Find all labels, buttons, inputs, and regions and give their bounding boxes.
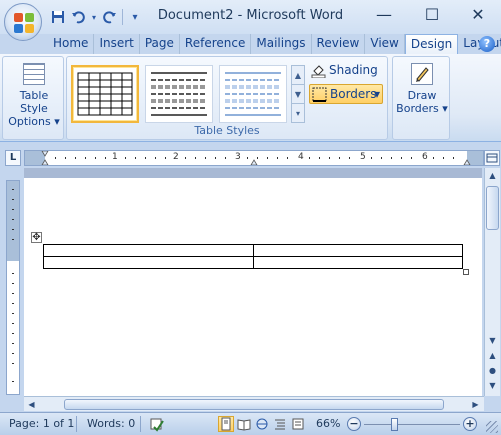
table-cell[interactable] [43,244,254,257]
gallery-more-icon[interactable]: ▾ [292,104,304,123]
proofing-icon[interactable] [148,416,164,432]
borders-dropdown-icon[interactable]: ▾ [374,85,380,103]
ribbon: Table Style Options ▾ ▲ ▼ ▾ Shading Bord… [0,54,501,142]
table-move-handle-icon[interactable]: ✥ [31,232,42,243]
tab-selector[interactable]: L [5,150,21,166]
tab-references[interactable]: Reference [180,34,252,54]
table-style-light-shading-accent[interactable] [219,65,287,123]
scroll-left-icon[interactable]: ◀ [24,397,39,412]
gallery-up-icon[interactable]: ▲ [292,66,304,85]
document-page[interactable]: ✥ [24,178,482,396]
ruler-number: 5 [360,152,366,162]
table-cell[interactable] [43,256,254,269]
ruler-number: 3 [235,152,241,162]
document-area: ✥ [24,168,482,396]
print-layout-icon[interactable] [218,416,234,432]
table-style-grid[interactable] [71,65,139,123]
office-button[interactable] [4,3,42,41]
outline-icon[interactable] [272,416,288,432]
horizontal-scrollbar[interactable]: ◀ ▶ [24,396,484,411]
ruler-number: 2 [173,152,179,162]
draft-icon[interactable] [290,416,306,432]
view-ruler-icon[interactable] [484,150,500,166]
title-bar: ▾ ▾ Document2 - Microsoft Word — ☐ ✕ [0,0,501,34]
help-icon[interactable]: ? [479,36,495,52]
table-style-options-group: Table Style Options ▾ [2,56,64,140]
table-styles-label: Table Styles [194,124,260,137]
tab-page-layout[interactable]: Page Layc [140,34,180,68]
table-grid-icon [23,63,45,85]
zoom-slider-track[interactable] [364,424,460,425]
status-separator [76,416,77,432]
zoom-in-icon[interactable]: + [463,417,477,431]
draw-borders-group: Draw Borders ▾ [392,56,450,140]
ribbon-tabs: Home Insert Page Layc Reference Mailings… [48,34,501,68]
status-separator [140,416,141,432]
table-styles-gallery [71,65,289,123]
tab-view[interactable]: View [365,34,405,54]
vertical-scrollbar[interactable]: ▲ ▼ ▲ ● ▼ [484,168,500,396]
gallery-scroll[interactable]: ▲ ▼ ▾ [291,65,305,123]
ruler-number: 1 [112,152,118,162]
web-layout-icon[interactable] [254,416,270,432]
tab-design[interactable]: Design [404,34,459,56]
scroll-right-icon[interactable]: ▶ [468,397,483,412]
vertical-ruler-ticks [12,189,14,382]
horizontal-ruler[interactable]: 1 2 3 4 5 6 [24,150,484,166]
close-button[interactable]: ✕ [464,3,492,27]
table-row [43,256,463,269]
table-cell[interactable] [252,244,463,257]
gallery-down-icon[interactable]: ▼ [292,85,304,104]
page-count[interactable]: Page: 1 of 1 [9,417,74,430]
select-browse-object-icon[interactable]: ● [485,363,500,378]
table-row [43,244,463,257]
full-screen-reading-icon[interactable] [236,416,252,432]
scroll-up-icon[interactable]: ▲ [485,168,500,183]
ruler-number: 4 [298,152,304,162]
tab-insert[interactable]: Insert [94,34,140,54]
shading-button[interactable]: Shading ▾ [309,61,387,95]
status-bar: Page: 1 of 1 Words: 0 66% − + [0,412,501,435]
zoom-slider-handle[interactable] [391,418,398,431]
previous-page-icon[interactable]: ▲ [485,348,500,363]
borders-icon [312,87,327,102]
minimize-button[interactable]: — [370,3,398,27]
paint-bucket-icon [311,65,326,78]
pencil-icon [411,63,433,85]
office-logo-icon [14,13,34,33]
borders-button[interactable]: Borders ▾ [309,84,383,104]
ruler-ticks [41,151,471,165]
table-resize-handle[interactable] [463,269,469,275]
table-cell[interactable] [252,256,463,269]
table-style-light-shading[interactable] [145,65,213,123]
draw-borders-button[interactable]: Draw Borders ▾ [395,63,449,115]
maximize-button[interactable]: ☐ [418,3,446,27]
horizontal-scroll-thumb[interactable] [64,399,444,410]
table-style-options-button[interactable]: Table Style Options ▾ [5,63,63,128]
scroll-down-icon[interactable]: ▼ [485,333,500,348]
next-page-icon[interactable]: ▼ [485,378,500,393]
vertical-scroll-thumb[interactable] [486,186,499,230]
tab-review[interactable]: Review [312,34,366,54]
vertical-ruler[interactable] [6,180,20,395]
zoom-level[interactable]: 66% [316,417,340,430]
document-table[interactable] [43,244,463,269]
ruler-number: 6 [422,152,428,162]
word-count[interactable]: Words: 0 [87,417,135,430]
tab-mailings[interactable]: Mailings [251,34,312,54]
zoom-out-icon[interactable]: − [347,417,361,431]
table-styles-group: ▲ ▼ ▾ Shading ▾ Borders ▾ Table Styles [66,56,388,140]
resize-grip-icon[interactable] [486,421,498,433]
tab-home[interactable]: Home [48,34,95,54]
